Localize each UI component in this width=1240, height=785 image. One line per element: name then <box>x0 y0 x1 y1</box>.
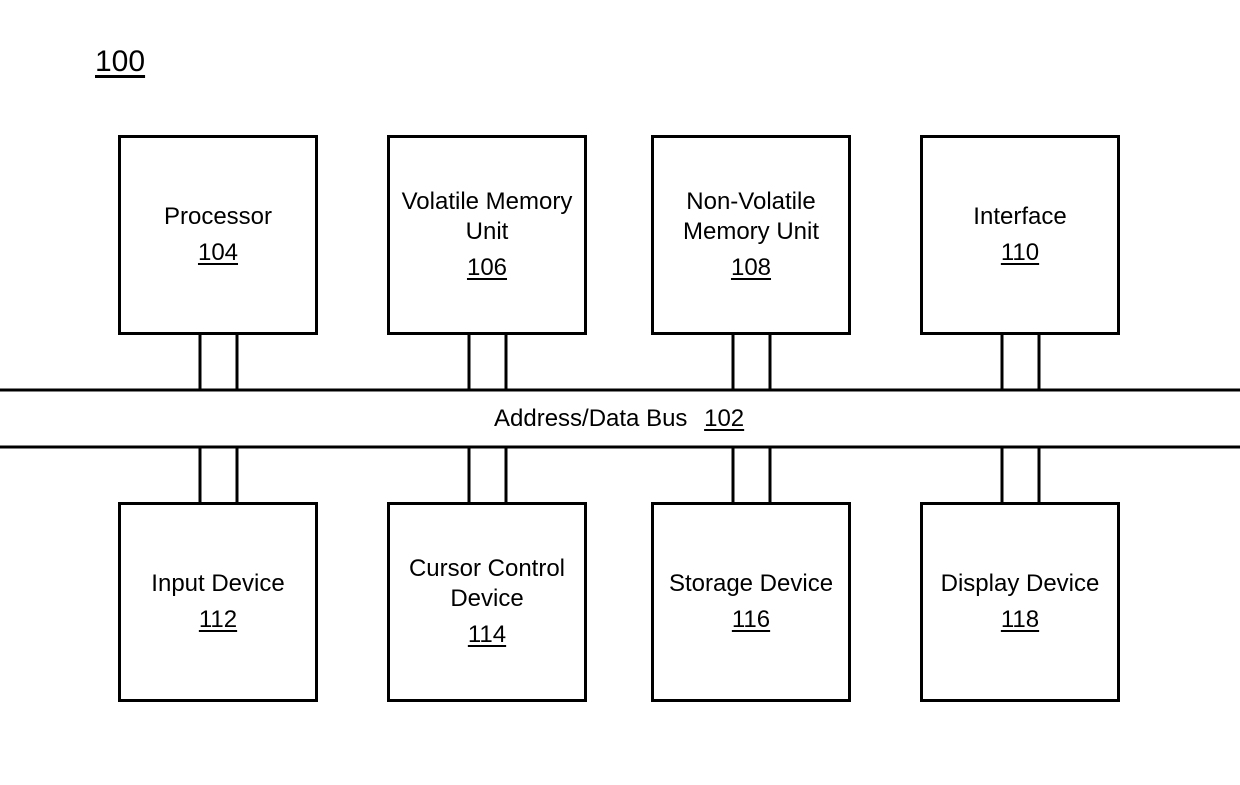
box-processor: Processor 104 <box>118 135 318 335</box>
bus-ref: 102 <box>704 405 744 432</box>
box-label: Volatile Memory Unit <box>390 187 584 247</box>
box-label: Cursor Control Device <box>390 554 584 614</box>
box-label: Non-Volatile Memory Unit <box>654 187 848 247</box>
bus-text: Address/Data Bus <box>494 405 687 432</box>
box-ref: 104 <box>198 238 238 268</box>
box-cursor-control-device: Cursor Control Device 114 <box>387 502 587 702</box>
box-ref: 114 <box>468 620 506 650</box>
box-interface: Interface 110 <box>920 135 1120 335</box>
box-storage-device: Storage Device 116 <box>651 502 851 702</box>
box-input-device: Input Device 112 <box>118 502 318 702</box>
diagram-canvas: 100 Processor 104 Volatile Memory Unit 1… <box>0 0 1240 785</box>
box-nonvolatile-memory: Non-Volatile Memory Unit 108 <box>651 135 851 335</box>
box-ref: 108 <box>731 253 771 283</box>
box-label: Display Device <box>941 569 1100 599</box>
box-label: Processor <box>164 202 272 232</box>
figure-number: 100 <box>95 45 145 79</box>
box-display-device: Display Device 118 <box>920 502 1120 702</box>
box-ref: 112 <box>199 605 237 635</box>
box-ref: 106 <box>467 253 507 283</box>
box-label: Interface <box>973 202 1066 232</box>
box-ref: 118 <box>1001 605 1039 635</box>
box-ref: 110 <box>1001 238 1039 268</box>
box-label: Storage Device <box>669 569 833 599</box>
bus-label: Address/Data Bus 102 <box>494 405 744 433</box>
box-volatile-memory: Volatile Memory Unit 106 <box>387 135 587 335</box>
box-ref: 116 <box>732 605 770 635</box>
box-label: Input Device <box>151 569 284 599</box>
